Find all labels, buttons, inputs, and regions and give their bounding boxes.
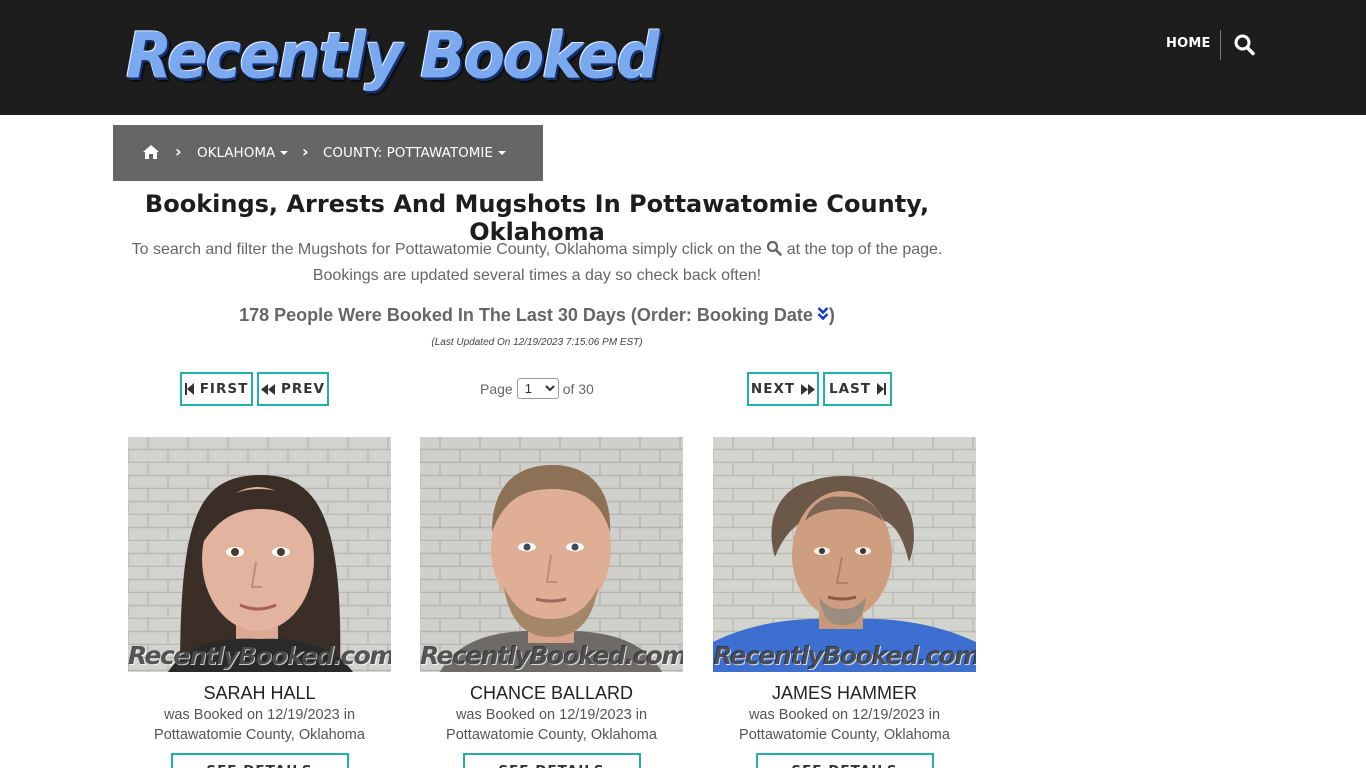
- booking-date-line: was Booked on 12/19/2023 in: [455, 707, 648, 723]
- booking-card: RecentlyBooked.com CHANCE BALLARD was Bo…: [420, 437, 683, 768]
- nav-divider: [1220, 30, 1221, 60]
- see-details-button[interactable]: SEE DETAILS: [755, 753, 934, 768]
- site-logo[interactable]: Recently Booked: [126, 20, 660, 94]
- booking-count: 178 People Were Booked In The Last 30 Da…: [113, 305, 961, 326]
- page-select[interactable]: 1: [516, 378, 559, 399]
- booking-description: was Booked on 12/19/2023 in Pottawatomie…: [420, 705, 683, 745]
- booking-location: Pottawatomie County, Oklahoma: [446, 727, 657, 743]
- page-label: Page: [480, 380, 513, 397]
- booking-card: RecentlyBooked.com JAMES HAMMER was Book…: [713, 437, 976, 768]
- breadcrumb-state-dropdown[interactable]: OKLAHOMA: [197, 145, 289, 161]
- fast-backward-icon: [261, 383, 276, 395]
- caret-down-icon: [497, 151, 506, 155]
- booking-location: Pottawatomie County, Oklahoma: [154, 727, 365, 743]
- last-updated: (Last Updated On 12/19/2023 7:15:06 PM E…: [431, 337, 643, 348]
- step-forward-icon: [876, 383, 886, 395]
- booking-name[interactable]: CHANCE BALLARD: [420, 683, 683, 704]
- page-selector: Page 1 of 30: [480, 378, 594, 399]
- booking-count-text: 178 People Were Booked In The Last 30 Da…: [239, 305, 813, 325]
- booking-date-line: was Booked on 12/19/2023 in: [163, 707, 356, 723]
- prev-page-label: PREV: [281, 381, 325, 397]
- see-details-button[interactable]: SEE DETAILS: [462, 753, 641, 768]
- first-page-button[interactable]: FIRST: [180, 372, 253, 406]
- breadcrumb-state-label: OKLAHOMA: [197, 145, 276, 161]
- chevron-right-icon: ›: [302, 142, 309, 161]
- next-page-label: NEXT: [750, 381, 796, 397]
- breadcrumb: › OKLAHOMA › COUNTY: POTTAWATOMIE: [113, 125, 543, 181]
- page-total-label: of 30: [562, 380, 594, 397]
- last-page-button[interactable]: LAST: [823, 372, 892, 406]
- image-watermark: RecentlyBooked.com: [713, 641, 976, 670]
- booking-description: was Booked on 12/19/2023 in Pottawatomie…: [713, 705, 976, 745]
- booking-name[interactable]: SARAH HALL: [128, 683, 391, 704]
- last-page-label: LAST: [829, 381, 871, 397]
- image-watermark: RecentlyBooked.com: [420, 641, 683, 670]
- booking-card: RecentlyBooked.com SARAH HALL was Booked…: [128, 437, 391, 768]
- nav-home-link[interactable]: HOME: [1166, 36, 1211, 51]
- step-backward-icon: [184, 383, 194, 395]
- booking-description: was Booked on 12/19/2023 in Pottawatomie…: [128, 705, 391, 745]
- intro-text-before: To search and filter the Mugshots for Po…: [131, 241, 762, 258]
- booking-location: Pottawatomie County, Oklahoma: [739, 727, 950, 743]
- search-icon: [766, 239, 783, 256]
- see-details-button[interactable]: SEE DETAILS: [170, 753, 349, 768]
- booking-name[interactable]: JAMES HAMMER: [713, 683, 976, 704]
- breadcrumb-county-label: COUNTY: POTTAWATOMIE: [323, 145, 493, 161]
- next-page-button[interactable]: NEXT: [747, 372, 819, 406]
- double-chevron-down-icon[interactable]: [817, 306, 829, 322]
- mugshot-image[interactable]: RecentlyBooked.com: [420, 437, 683, 672]
- first-page-label: FIRST: [199, 381, 249, 397]
- home-icon[interactable]: [142, 144, 160, 160]
- chevron-right-icon: ›: [175, 142, 182, 161]
- intro-text: To search and filter the Mugshots for Po…: [120, 237, 954, 289]
- prev-page-button[interactable]: PREV: [257, 372, 329, 406]
- caret-down-icon: [280, 151, 289, 155]
- booking-date-line: was Booked on 12/19/2023 in: [748, 707, 941, 723]
- booking-count-close: ): [828, 305, 835, 325]
- image-watermark: RecentlyBooked.com: [128, 641, 391, 670]
- breadcrumb-county-dropdown[interactable]: COUNTY: POTTAWATOMIE: [323, 145, 506, 161]
- site-header: Recently Booked HOME: [0, 0, 1366, 115]
- mugshot-image[interactable]: RecentlyBooked.com: [713, 437, 976, 672]
- search-icon[interactable]: [1233, 32, 1257, 58]
- fast-forward-icon: [801, 383, 816, 395]
- mugshot-image[interactable]: RecentlyBooked.com: [128, 437, 391, 672]
